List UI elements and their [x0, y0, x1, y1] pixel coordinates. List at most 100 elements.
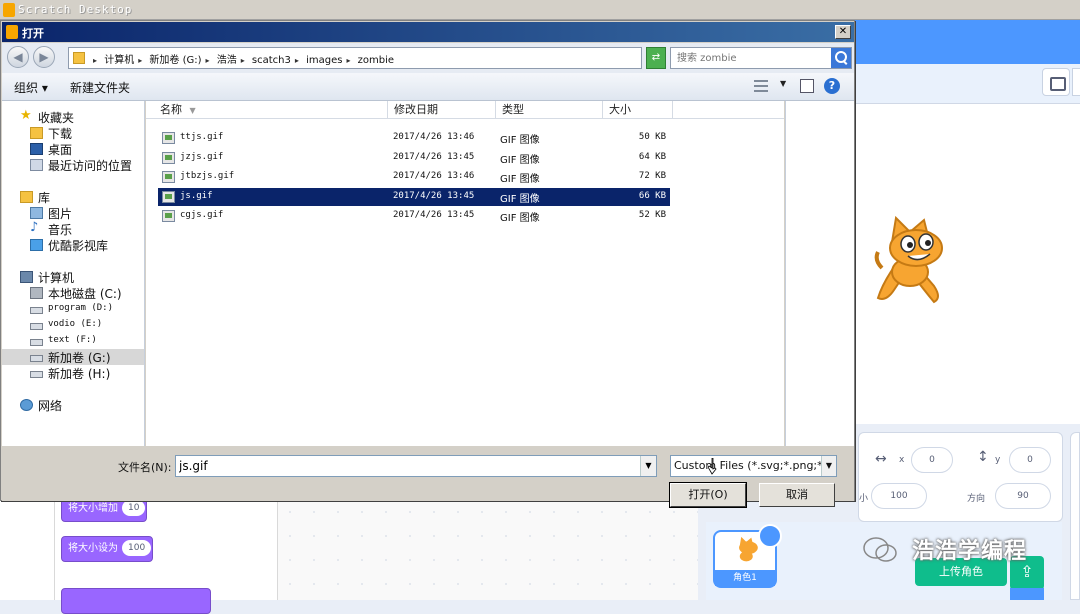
watermark-text: 浩浩学编程: [912, 539, 1028, 564]
file-type: GIF 图像: [500, 174, 540, 185]
column-header-name[interactable]: 名称 ▼: [154, 101, 388, 119]
chevron-down-icon[interactable]: ▼: [780, 79, 786, 88]
organize-menu[interactable]: 组织 ▾: [14, 79, 48, 96]
cat-sprite[interactable]: [872, 210, 952, 310]
small-stage-button[interactable]: [1042, 68, 1070, 96]
nav-label: 图片: [48, 207, 73, 221]
nav-item-pictures[interactable]: 图片: [2, 205, 144, 221]
wechat-logo-icon: [863, 537, 897, 562]
preview-pane-icon[interactable]: [800, 79, 814, 93]
size-input[interactable]: 100: [871, 483, 927, 509]
search-box[interactable]: [670, 47, 852, 69]
file-type: GIF 图像: [500, 154, 540, 166]
add-sprite-button[interactable]: [1010, 588, 1044, 600]
nav-item-drive-c[interactable]: 本地磁盘 (C:): [2, 285, 144, 301]
column-header-date[interactable]: 修改日期: [388, 101, 496, 119]
file-row[interactable]: jtbzjs.gif 2017/4/26 13:46 GIF 图像 72 KB: [158, 168, 670, 186]
chevron-down-icon[interactable]: ▼: [821, 456, 836, 476]
y-label: y: [995, 455, 1001, 465]
gif-file-icon: [162, 132, 175, 144]
nav-label: 计算机: [38, 271, 75, 285]
block-text: 将大小增加: [68, 503, 118, 514]
open-button[interactable]: 打开(O): [669, 482, 747, 508]
direction-input[interactable]: 90: [995, 483, 1051, 509]
nav-item-youku[interactable]: 优酷影视库: [2, 237, 144, 253]
network-icon: [20, 399, 33, 411]
file-size: 72 KB: [638, 171, 666, 181]
file-row[interactable]: ttjs.gif 2017/4/26 13:46 GIF 图像 50 KB: [158, 129, 670, 147]
breadcrumb-separator: ▸: [240, 56, 245, 65]
breadcrumb-separator: ▸: [294, 56, 299, 65]
file-row[interactable]: cgjs.gif 2017/4/26 13:45 GIF 图像 52 KB: [158, 207, 670, 225]
nav-label: 音乐: [48, 223, 73, 237]
refresh-icon[interactable]: ⇄: [646, 47, 666, 69]
nav-item-libraries[interactable]: 库: [2, 189, 144, 205]
nav-item-network[interactable]: 网络: [2, 397, 144, 413]
x-input[interactable]: 0: [911, 447, 953, 473]
chevron-down-icon[interactable]: ▼: [640, 456, 656, 476]
block-value[interactable]: 10: [122, 500, 146, 516]
y-arrow-icon: ↕: [977, 449, 989, 465]
breadcrumb-item[interactable]: 浩浩: [217, 55, 237, 66]
filename-input[interactable]: [179, 457, 639, 475]
dialog-icon: [6, 25, 18, 39]
nav-item-drive-h[interactable]: 新加卷 (H:): [2, 365, 144, 381]
new-folder-button[interactable]: 新建文件夹: [70, 79, 130, 96]
nav-item-drive-d[interactable]: program (D:): [2, 301, 144, 317]
stage-panel[interactable]: [1070, 432, 1080, 600]
nav-item-drive-g[interactable]: 新加卷 (G:): [2, 349, 144, 365]
nav-item-music[interactable]: ♪ 音乐: [2, 220, 144, 237]
trash-icon[interactable]: [758, 524, 782, 548]
filename-label: 文件名(N):: [118, 461, 172, 474]
nav-item-downloads[interactable]: 下载: [2, 125, 144, 141]
file-type: GIF 图像: [500, 193, 540, 205]
breadcrumb: ▸ 计算机 ▸ 新加卷 (G:) ▸ 浩浩 ▸ scatch3 ▸ images ▸ zo…: [93, 51, 398, 66]
breadcrumb-item[interactable]: scatch3: [252, 55, 291, 66]
file-row[interactable]: js.gif 2017/4/26 13:45 GIF 图像 66 KB: [158, 187, 670, 206]
nav-item-recent[interactable]: 最近访问的位置: [2, 157, 144, 173]
breadcrumb-item[interactable]: 新加卷 (G:): [149, 55, 201, 66]
cancel-button[interactable]: 取消: [759, 483, 835, 507]
set-size-block[interactable]: 将大小设为 100: [61, 536, 153, 562]
file-row[interactable]: jzjs.gif 2017/4/26 13:45 GIF 图像 64 KB: [158, 149, 670, 167]
search-input[interactable]: [677, 49, 827, 67]
nav-label: program (D:): [48, 303, 114, 313]
filetype-select[interactable]: Custom Files (*.svg;*.png;*.jp ▼: [670, 455, 837, 477]
nav-item-drive-e[interactable]: vodio (E:): [2, 317, 144, 333]
close-button[interactable]: ✕: [835, 25, 851, 39]
code-area[interactable]: [278, 500, 698, 600]
file-size: 66 KB: [638, 190, 666, 201]
y-input[interactable]: 0: [1009, 447, 1051, 473]
filename-field[interactable]: ▼: [175, 455, 657, 477]
dialog-footer: 文件名(N): ▼ Custom Files (*.svg;*.png;*.jp…: [2, 447, 854, 508]
breadcrumb-item[interactable]: zombie: [358, 55, 394, 66]
nav-item-drive-f[interactable]: text (F:): [2, 333, 144, 349]
breadcrumb-separator: ▸: [205, 56, 210, 65]
search-icon[interactable]: [831, 48, 851, 68]
help-icon[interactable]: ?: [824, 78, 840, 94]
file-date: 2017/4/26 13:46: [393, 132, 475, 142]
gif-file-icon: [162, 190, 175, 203]
nav-label: 库: [38, 191, 51, 205]
file-list-pane: 名称 ▼ 修改日期 类型 大小 ttjs.gif 2017/4/26 13:46 G…: [146, 101, 784, 446]
app-titlebar: Scratch Desktop: [0, 0, 1080, 20]
nav-item-desktop[interactable]: 桌面: [2, 141, 144, 157]
view-icon[interactable]: [754, 80, 768, 92]
forward-icon[interactable]: ▶: [33, 46, 55, 68]
partial-block[interactable]: [61, 588, 211, 614]
drive-icon: [30, 339, 43, 346]
column-header-type[interactable]: 类型: [496, 101, 603, 119]
back-icon[interactable]: ◀: [7, 46, 29, 68]
large-stage-button[interactable]: [1072, 68, 1080, 96]
breadcrumb-item[interactable]: 计算机: [104, 55, 134, 66]
block-text: 将大小设为: [68, 543, 118, 554]
block-value[interactable]: 100: [122, 540, 152, 556]
dialog-titlebar[interactable]: 打开 ✕: [2, 22, 854, 42]
nav-label: 收藏夹: [38, 111, 75, 125]
breadcrumb-item[interactable]: images: [306, 55, 342, 66]
file-name: jtbzjs.gif: [180, 171, 235, 181]
nav-item-computer[interactable]: 计算机: [2, 269, 144, 285]
column-header-size[interactable]: 大小: [603, 101, 673, 119]
address-bar[interactable]: ▸ 计算机 ▸ 新加卷 (G:) ▸ 浩浩 ▸ scatch3 ▸ images ▸ zo…: [68, 47, 698, 69]
nav-item-favorites[interactable]: ★ 收藏夹: [2, 108, 144, 125]
